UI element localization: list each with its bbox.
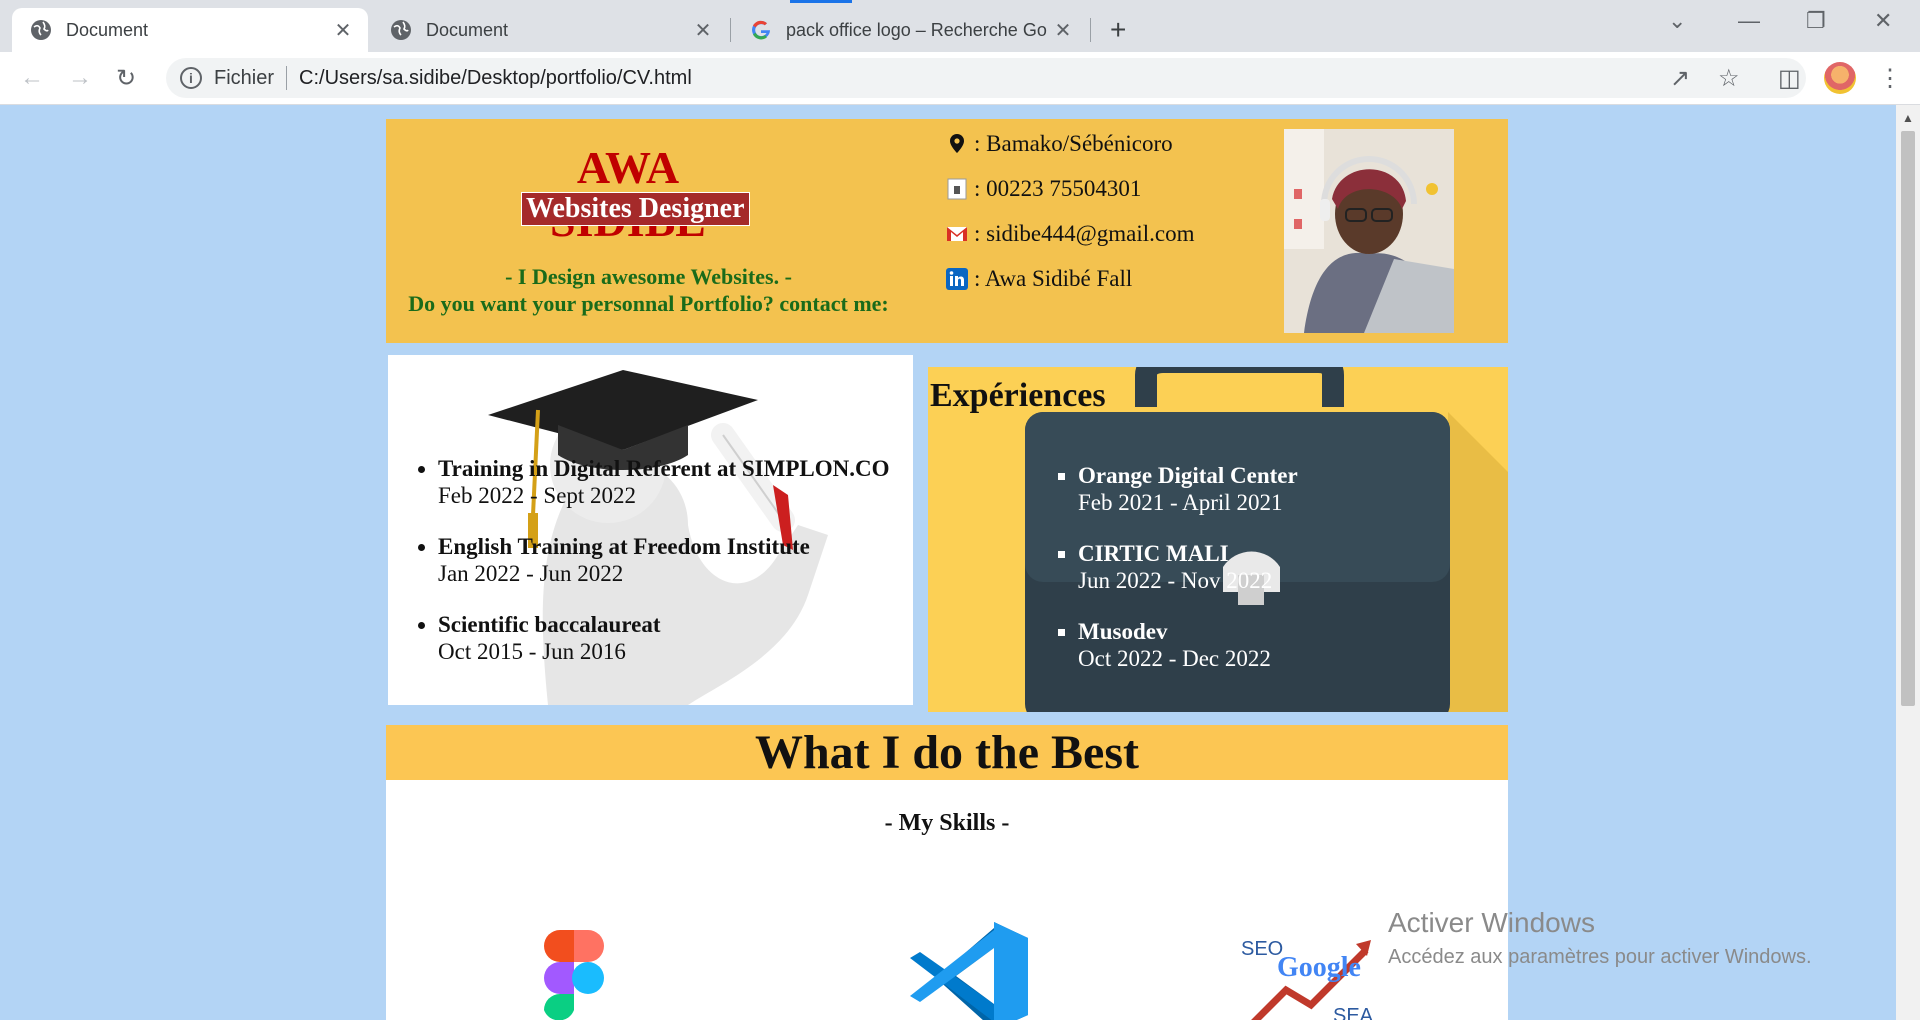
gmail-icon (946, 223, 968, 245)
profile-photo (1284, 129, 1454, 333)
menu-kebab-icon[interactable]: ⋮ (1878, 64, 1902, 93)
experience-dates: Oct 2022 - Dec 2022 (1078, 646, 1271, 671)
section-title: What I do the Best (386, 725, 1508, 780)
list-item: MusodevOct 2022 - Dec 2022 (1078, 618, 1298, 672)
education-list: Training in Digital Referent at SIMPLON.… (388, 455, 889, 689)
contact-linkedin[interactable]: : Awa Sidibé Fall (946, 266, 1132, 292)
address-bar[interactable]: i Fichier C:/Users/sa.sidibe/Desktop/por… (166, 58, 1806, 98)
education-dates: Jan 2022 - Jun 2022 (438, 561, 624, 586)
tab-google-search[interactable]: pack office logo – Recherche Go ✕ (732, 8, 1088, 52)
back-arrow-icon[interactable]: ← (20, 64, 44, 92)
new-tab-button[interactable]: + (1110, 14, 1126, 46)
contact-phone: : 00223 75504301 (946, 176, 1141, 202)
education-title: English Training at Freedom Institute (438, 534, 810, 559)
contact-text: : sidibe444@gmail.com (974, 221, 1195, 246)
minimize-icon[interactable]: — (1738, 8, 1760, 34)
list-item: Orange Digital CenterFeb 2021 - April 20… (1078, 462, 1298, 516)
experience-dates: Jun 2022 - Nov 2022 (1078, 568, 1273, 593)
page-viewport: AWA SIDIBE Websites Designer - I Design … (0, 105, 1896, 1020)
globe-icon (391, 20, 411, 40)
window-close-icon[interactable]: ✕ (1874, 8, 1892, 34)
globe-icon (31, 20, 51, 40)
google-label: Google (1277, 952, 1361, 983)
profile-avatar[interactable] (1824, 62, 1856, 94)
tab-bar: Document ✕ Document ✕ pack office logo –… (0, 0, 1920, 52)
loading-indicator (790, 0, 852, 3)
education-title: Scientific baccalaureat (438, 612, 661, 637)
education-dates: Feb 2022 - Sept 2022 (438, 483, 637, 508)
list-item: CIRTIC MALIJun 2022 - Nov 2022 (1078, 540, 1298, 594)
list-item: Scientific baccalaureatOct 2015 - Jun 20… (438, 611, 889, 665)
education-dates: Oct 2015 - Jun 2016 (438, 639, 626, 664)
scroll-up-arrow-icon[interactable]: ▲ (1902, 111, 1914, 125)
windows-activation-subtitle: Accédez aux paramètres pour activer Wind… (1388, 946, 1812, 968)
experience-dates: Feb 2021 - April 2021 (1078, 490, 1283, 515)
tab-document-1[interactable]: Document ✕ (12, 8, 368, 52)
forward-arrow-icon[interactable]: → (68, 64, 92, 92)
skills-subtitle: - My Skills - (884, 810, 1010, 836)
sea-label: SEA (1333, 1005, 1374, 1020)
vertical-scrollbar[interactable]: ▲ (1896, 105, 1920, 1020)
share-icon[interactable]: ↗ (1670, 64, 1690, 93)
contact-location: : Bamako/Sébénicoro (946, 131, 1173, 157)
experience-card: Expériences Orange Digital CenterFeb 202… (928, 367, 1508, 712)
contact-email[interactable]: : sidibe444@gmail.com (946, 221, 1195, 247)
role-badge: Websites Designer (521, 192, 750, 226)
tab-title: Document (66, 19, 149, 40)
contact-text: : Bamako/Sébénicoro (974, 131, 1173, 156)
vscode-logo-icon (910, 922, 1028, 1020)
windows-activation-title: Activer Windows (1388, 907, 1595, 938)
seo-google-logo-icon: SEO Google SEA (1241, 930, 1381, 1020)
bookmark-star-icon[interactable]: ☆ (1718, 64, 1740, 93)
tab-search-icon[interactable]: ⌄ (1668, 8, 1686, 34)
tagline: - I Design awesome Websites. - (505, 264, 792, 289)
close-icon[interactable]: ✕ (1052, 18, 1074, 43)
side-panel-icon[interactable]: ◫ (1778, 64, 1801, 93)
tab-document-2[interactable]: Document ✕ (372, 8, 728, 52)
skills-section: - My Skills - SEO Google SEA (386, 780, 1508, 1020)
restore-icon[interactable]: ❐ (1806, 8, 1826, 34)
contact-text: : Awa Sidibé Fall (974, 266, 1133, 291)
address-divider (286, 66, 288, 90)
list-item: Training in Digital Referent at SIMPLON.… (438, 455, 889, 509)
experience-list: Orange Digital CenterFeb 2021 - April 20… (1058, 462, 1298, 696)
experience-heading: Expériences (930, 377, 1106, 414)
close-icon[interactable]: ✕ (692, 18, 714, 43)
tab-title: pack office logo – Recherche Go (786, 19, 1047, 40)
linkedin-icon (946, 268, 968, 290)
list-item: English Training at Freedom InstituteJan… (438, 533, 889, 587)
url-text[interactable]: C:/Users/sa.sidibe/Desktop/portfolio/CV.… (299, 67, 692, 90)
tab-separator (730, 18, 731, 42)
tab-title: Document (426, 19, 509, 40)
phone-icon (946, 178, 968, 200)
experience-title: Orange Digital Center (1078, 463, 1298, 488)
google-icon (752, 20, 770, 40)
close-icon[interactable]: ✕ (332, 18, 354, 43)
contact-text: : 00223 75504301 (974, 176, 1142, 201)
experience-title: CIRTIC MALI (1078, 541, 1229, 566)
scrollbar-thumb[interactable] (1901, 131, 1915, 706)
location-pin-icon (946, 133, 968, 155)
figma-logo-icon (544, 930, 604, 1020)
site-info-icon[interactable]: i (180, 67, 202, 89)
reload-icon[interactable]: ↻ (116, 64, 136, 93)
education-title: Training in Digital Referent at SIMPLON.… (438, 456, 890, 481)
tab-separator (1090, 18, 1091, 42)
education-card: Training in Digital Referent at SIMPLON.… (388, 355, 913, 705)
scheme-label: Fichier (214, 66, 275, 89)
contact-prompt: Do you want your personnal Portfolio? co… (408, 291, 889, 316)
browser-toolbar: ← → ↻ i Fichier C:/Users/sa.sidibe/Deskt… (0, 52, 1920, 105)
experience-title: Musodev (1078, 619, 1168, 644)
cv-header: AWA SIDIBE Websites Designer - I Design … (386, 119, 1508, 343)
